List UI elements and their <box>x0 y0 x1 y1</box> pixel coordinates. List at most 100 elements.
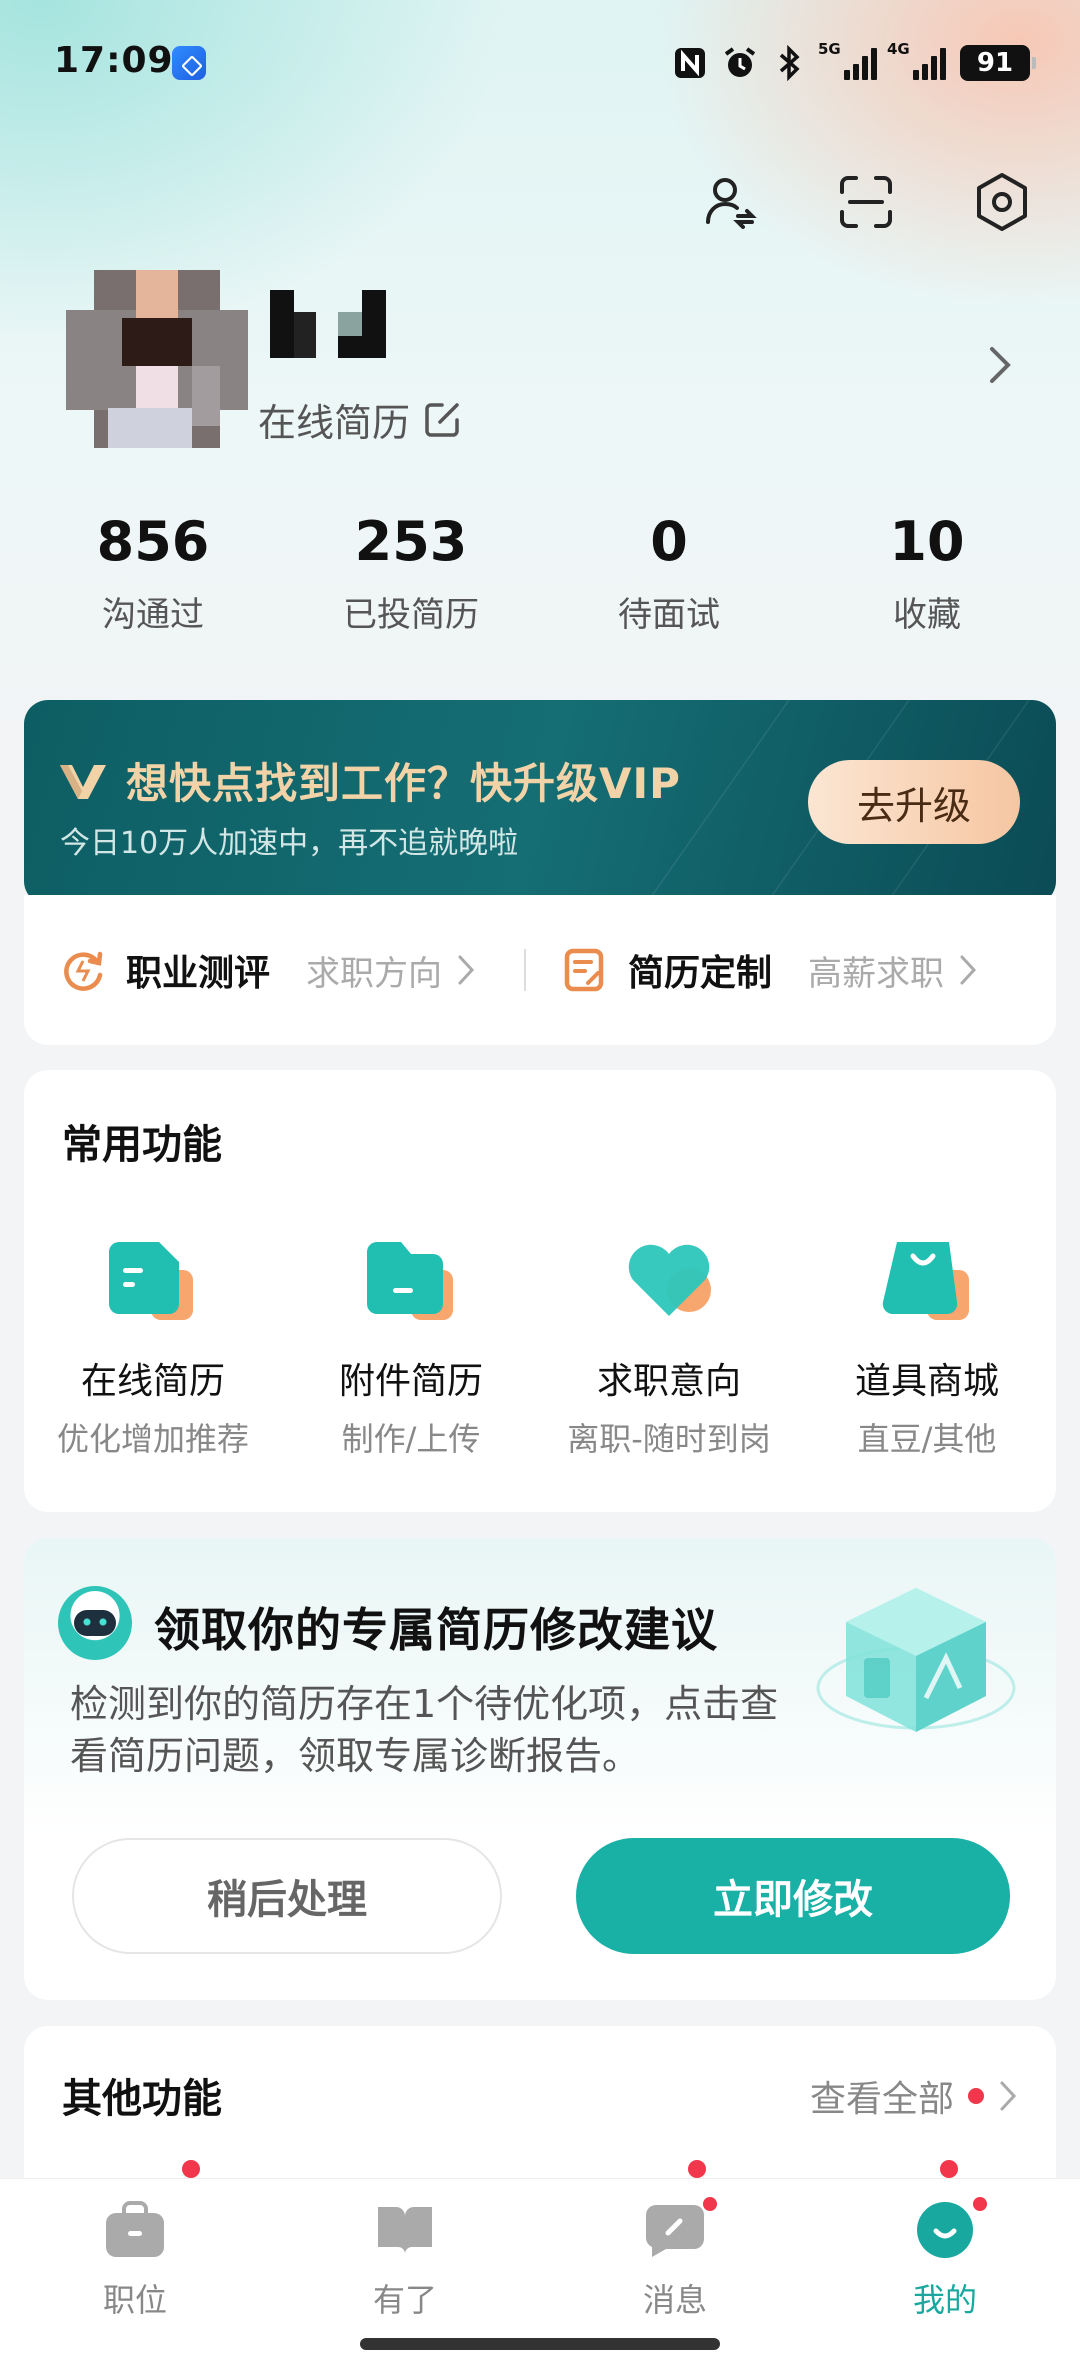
online-resume-link[interactable]: 在线简历 <box>258 392 462 447</box>
feature-sub: 优化增加推荐 <box>56 1420 249 1458</box>
feature-sub: 制作/上传 <box>341 1420 481 1458</box>
stat-label: 沟通过 <box>102 595 204 635</box>
scan-icon[interactable] <box>834 170 898 234</box>
refresh-circle-icon <box>64 951 103 991</box>
top-actions <box>698 170 1034 234</box>
folder-icon <box>367 1242 453 1320</box>
tab-label: 我的 <box>912 2281 977 2319</box>
later-button[interactable]: 稍后处理 <box>72 1838 502 1954</box>
feature-item-store[interactable]: 道具商城 直豆/其他 <box>798 1230 1056 1460</box>
notification-dot <box>968 2088 984 2104</box>
advice-text: 检测到你的简历存在1个待优化项，点击查看简历问题，领取专属诊断报告。 <box>70 1682 779 1778</box>
profile-page: 17:09 5G 4G 91 在线简历 856 沟通过 253 已投简历 0 待… <box>0 0 1080 2376</box>
stat-interviews[interactable]: 0 待面试 <box>540 510 798 636</box>
switch-identity-icon[interactable] <box>698 170 762 234</box>
status-bar: 17:09 5G 4G 91 <box>0 0 1080 120</box>
feature-title: 在线简历 <box>80 1361 225 1402</box>
home-indicator[interactable] <box>360 2338 720 2350</box>
online-resume-icon <box>109 1242 193 1320</box>
quick-desc: 高薪求职 <box>808 953 945 994</box>
feature-title: 道具商城 <box>854 1361 999 1402</box>
notification-dot <box>940 2160 958 2178</box>
edit-now-button[interactable]: 立即修改 <box>576 1838 1010 1954</box>
signal-4g-label: 4G <box>887 40 910 58</box>
tab-youle[interactable]: 有了 <box>325 2201 485 2321</box>
tab-jobs[interactable]: 职位 <box>55 2201 215 2321</box>
shopping-bag-icon <box>882 1242 969 1320</box>
tab-me[interactable]: 我的 <box>865 2195 1025 2321</box>
quick-links: 职业测评 求职方向 简历定制 高薪求职 <box>24 895 1056 1045</box>
tab-messages[interactable]: 消息 <box>595 2195 755 2321</box>
feature-grid: 在线简历 优化增加推荐 附件简历 制作/上传 求职意向 离职-随时到岗 道具商城… <box>24 1230 1056 1460</box>
quick-desc: 求职方向 <box>306 953 443 994</box>
status-icons: 5G 4G 91 <box>672 40 1036 82</box>
smile-circle-icon <box>917 2202 973 2258</box>
signal-5g-icon: 5G <box>818 40 877 80</box>
stat-communicated[interactable]: 856 沟通过 <box>24 510 282 636</box>
stat-label: 收藏 <box>893 595 961 635</box>
notification-dot <box>182 2160 200 2178</box>
nfc-icon <box>672 44 708 82</box>
quick-title: 简历定制 <box>628 953 773 994</box>
robot-avatar-icon <box>58 1586 132 1660</box>
tab-label: 职位 <box>102 2281 167 2319</box>
edit-icon <box>425 402 459 437</box>
tab-label: 有了 <box>372 2281 437 2319</box>
app-notification-icon <box>172 46 206 80</box>
feature-online-resume[interactable]: 在线简历 优化增加推荐 <box>24 1230 282 1460</box>
chevron-right-icon <box>960 955 977 985</box>
career-assessment-link[interactable]: 职业测评 求职方向 <box>60 944 518 996</box>
cube-illustration-icon <box>816 1588 1016 1732</box>
chat-bubble-icon <box>646 2205 704 2257</box>
stat-value: 253 <box>354 510 468 573</box>
bluetooth-icon <box>772 44 808 82</box>
avatar[interactable] <box>66 270 248 448</box>
upgrade-button[interactable]: 去升级 <box>808 760 1020 844</box>
book-icon <box>378 2207 432 2254</box>
alarm-icon <box>722 44 758 82</box>
notification-dot <box>971 2195 989 2213</box>
settings-icon[interactable] <box>970 170 1034 234</box>
vip-banner[interactable]: 想快点找到工作？快升级VIP 今日10万人加速中，再不追就晚啦 去升级 <box>24 700 1056 905</box>
resume-custom-link[interactable]: 简历定制 高薪求职 <box>562 944 1020 996</box>
vip-title-text: 想快点找到工作？快升级VIP <box>126 759 681 808</box>
stats-row: 856 沟通过 253 已投简历 0 待面试 10 收藏 <box>24 510 1056 636</box>
stat-value: 856 <box>96 510 210 573</box>
view-all-link[interactable]: 查看全部 <box>810 2070 1018 2122</box>
feature-sub: 直豆/其他 <box>857 1420 997 1458</box>
section-title: 其他功能 <box>62 2076 222 2122</box>
common-features-card: 常用功能 在线简历 优化增加推荐 附件简历 制作/上传 求职意向 离职-随时到岗… <box>24 1070 1056 1512</box>
view-all-label: 查看全部 <box>809 2079 954 2120</box>
stat-value: 10 <box>889 510 965 573</box>
vip-subtitle: 今日10万人加速中，再不追就晚啦 <box>60 826 519 861</box>
document-edit-icon <box>564 948 604 992</box>
stat-applied[interactable]: 253 已投简历 <box>282 510 540 636</box>
chevron-right-icon <box>1000 2081 1017 2111</box>
stat-label: 已投简历 <box>343 595 479 635</box>
vip-title: 想快点找到工作？快升级VIP <box>58 750 681 811</box>
quick-title: 职业测评 <box>126 953 271 994</box>
advice-title: 领取你的专属简历修改建议 <box>154 1603 718 1657</box>
username-mosaic <box>270 290 386 358</box>
stat-value: 0 <box>650 510 688 573</box>
status-time: 17:09 <box>54 40 174 81</box>
feature-title: 求职意向 <box>596 1361 741 1402</box>
signal-5g-label: 5G <box>818 40 841 58</box>
section-title: 常用功能 <box>62 1122 222 1168</box>
feature-title: 附件简历 <box>338 1361 483 1402</box>
feature-sub: 离职-随时到岗 <box>567 1420 771 1458</box>
resume-advice-card: 领取你的专属简历修改建议 检测到你的简历存在1个待优化项，点击查看简历问题，领取… <box>24 1538 1056 2000</box>
tab-label: 消息 <box>642 2281 707 2319</box>
chevron-right-icon <box>458 955 475 985</box>
chevron-right-icon[interactable] <box>982 345 1018 385</box>
vip-logo-icon <box>60 764 106 799</box>
stat-favorites[interactable]: 10 收藏 <box>798 510 1056 636</box>
heart-icon <box>628 1244 711 1316</box>
notification-dot <box>701 2195 719 2213</box>
divider <box>524 949 526 991</box>
signal-4g-icon: 4G <box>887 40 946 80</box>
briefcase-icon <box>106 2201 164 2257</box>
stat-label: 待面试 <box>618 595 720 635</box>
feature-job-intention[interactable]: 求职意向 离职-随时到岗 <box>540 1230 798 1460</box>
feature-attachment-resume[interactable]: 附件简历 制作/上传 <box>282 1230 540 1460</box>
